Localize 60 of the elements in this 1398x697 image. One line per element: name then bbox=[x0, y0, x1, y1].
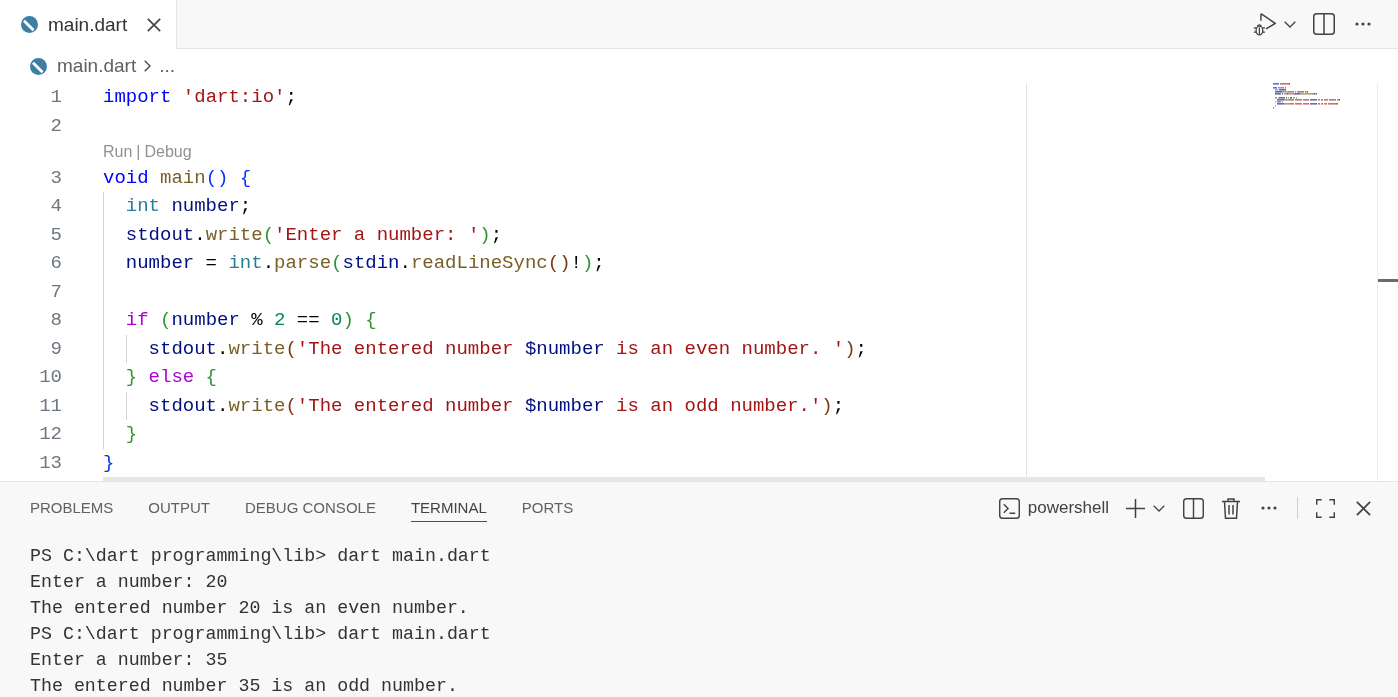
code-line: } else { bbox=[125, 366, 218, 389]
line-number: 12 bbox=[38, 423, 62, 446]
line-number: 11 bbox=[38, 394, 62, 417]
plus-icon[interactable] bbox=[1126, 498, 1145, 518]
terminal-line: The entered number 20 is an even number. bbox=[30, 597, 470, 620]
panel-tab[interactable]: PORTS bbox=[521, 494, 574, 522]
code-line: stdout.write('Enter a number: '); bbox=[125, 223, 503, 246]
panel-tab[interactable]: DEBUG CONSOLE bbox=[245, 494, 376, 522]
breadcrumb-item[interactable]: ... bbox=[159, 55, 176, 77]
minimap[interactable] bbox=[1273, 83, 1340, 109]
line-number: 3 bbox=[49, 166, 62, 189]
terminal-line: PS C:\dart programming\lib> dart main.dart bbox=[30, 545, 492, 568]
codelens-link[interactable]: Run bbox=[103, 142, 133, 161]
cursor-position-marker bbox=[1378, 279, 1398, 282]
code-line: void main() { bbox=[103, 166, 252, 189]
more-icon[interactable] bbox=[1355, 22, 1371, 26]
split-pane-icon[interactable] bbox=[1183, 497, 1204, 519]
panel-tab[interactable]: TERMINAL bbox=[410, 494, 487, 522]
panel-tab[interactable]: PROBLEMS bbox=[30, 494, 114, 522]
code-line: } bbox=[103, 451, 115, 474]
line-number: 9 bbox=[49, 337, 62, 360]
line-number: 7 bbox=[49, 280, 62, 303]
code-line: } bbox=[125, 423, 138, 446]
line-number: 1 bbox=[49, 86, 62, 109]
line-number: 8 bbox=[49, 309, 62, 332]
line-number: 13 bbox=[38, 451, 62, 474]
line-number: 4 bbox=[49, 195, 62, 218]
chevron-right-icon bbox=[144, 60, 152, 72]
terminal-selector[interactable]: powershell bbox=[998, 497, 1109, 519]
code-line: int number; bbox=[125, 195, 252, 218]
line-number: 5 bbox=[49, 223, 62, 246]
breadcrumb-item[interactable]: main.dart bbox=[30, 55, 137, 77]
terminal-line: The entered number 35 is an odd number. bbox=[30, 675, 459, 697]
bug-play-icon[interactable] bbox=[1253, 12, 1276, 36]
chevron-down-icon[interactable] bbox=[1153, 504, 1165, 512]
codelens-link[interactable]: Debug bbox=[144, 142, 192, 161]
chevron-down-icon[interactable] bbox=[1284, 20, 1296, 28]
editor-tab[interactable]: main.dart bbox=[0, 0, 178, 49]
terminal-line: PS C:\dart programming\lib> dart main.dart bbox=[30, 623, 492, 646]
code-line: stdout.write('The entered number $number is an even number. '); bbox=[148, 337, 867, 360]
maximize-icon[interactable] bbox=[1316, 498, 1335, 518]
terminal-icon bbox=[998, 497, 1020, 519]
panel-tab[interactable]: OUTPUT bbox=[148, 494, 211, 522]
close-icon[interactable] bbox=[147, 17, 162, 32]
code-line: number = int.parse(stdin.readLineSync()!); bbox=[125, 252, 605, 275]
code-line: import 'dart:io'; bbox=[103, 86, 297, 109]
file-type-icon bbox=[30, 57, 47, 75]
terminal-line: Enter a number: 35 bbox=[30, 649, 229, 672]
terminal-line: Enter a number: 20 bbox=[30, 571, 229, 594]
more-icon[interactable] bbox=[1261, 506, 1277, 510]
close-icon[interactable] bbox=[1356, 500, 1371, 516]
code-line: if (number % 2 == 0) { bbox=[125, 309, 377, 332]
file-type-icon bbox=[21, 16, 38, 33]
codelens-separator: | bbox=[136, 142, 141, 161]
split-pane-icon[interactable] bbox=[1313, 13, 1335, 35]
code-line: stdout.write('The entered number $number is an odd number.'); bbox=[148, 394, 845, 417]
line-number: 6 bbox=[49, 252, 62, 275]
line-number: 10 bbox=[38, 366, 62, 389]
line-number: 2 bbox=[49, 114, 62, 137]
trash-icon[interactable] bbox=[1222, 497, 1240, 519]
